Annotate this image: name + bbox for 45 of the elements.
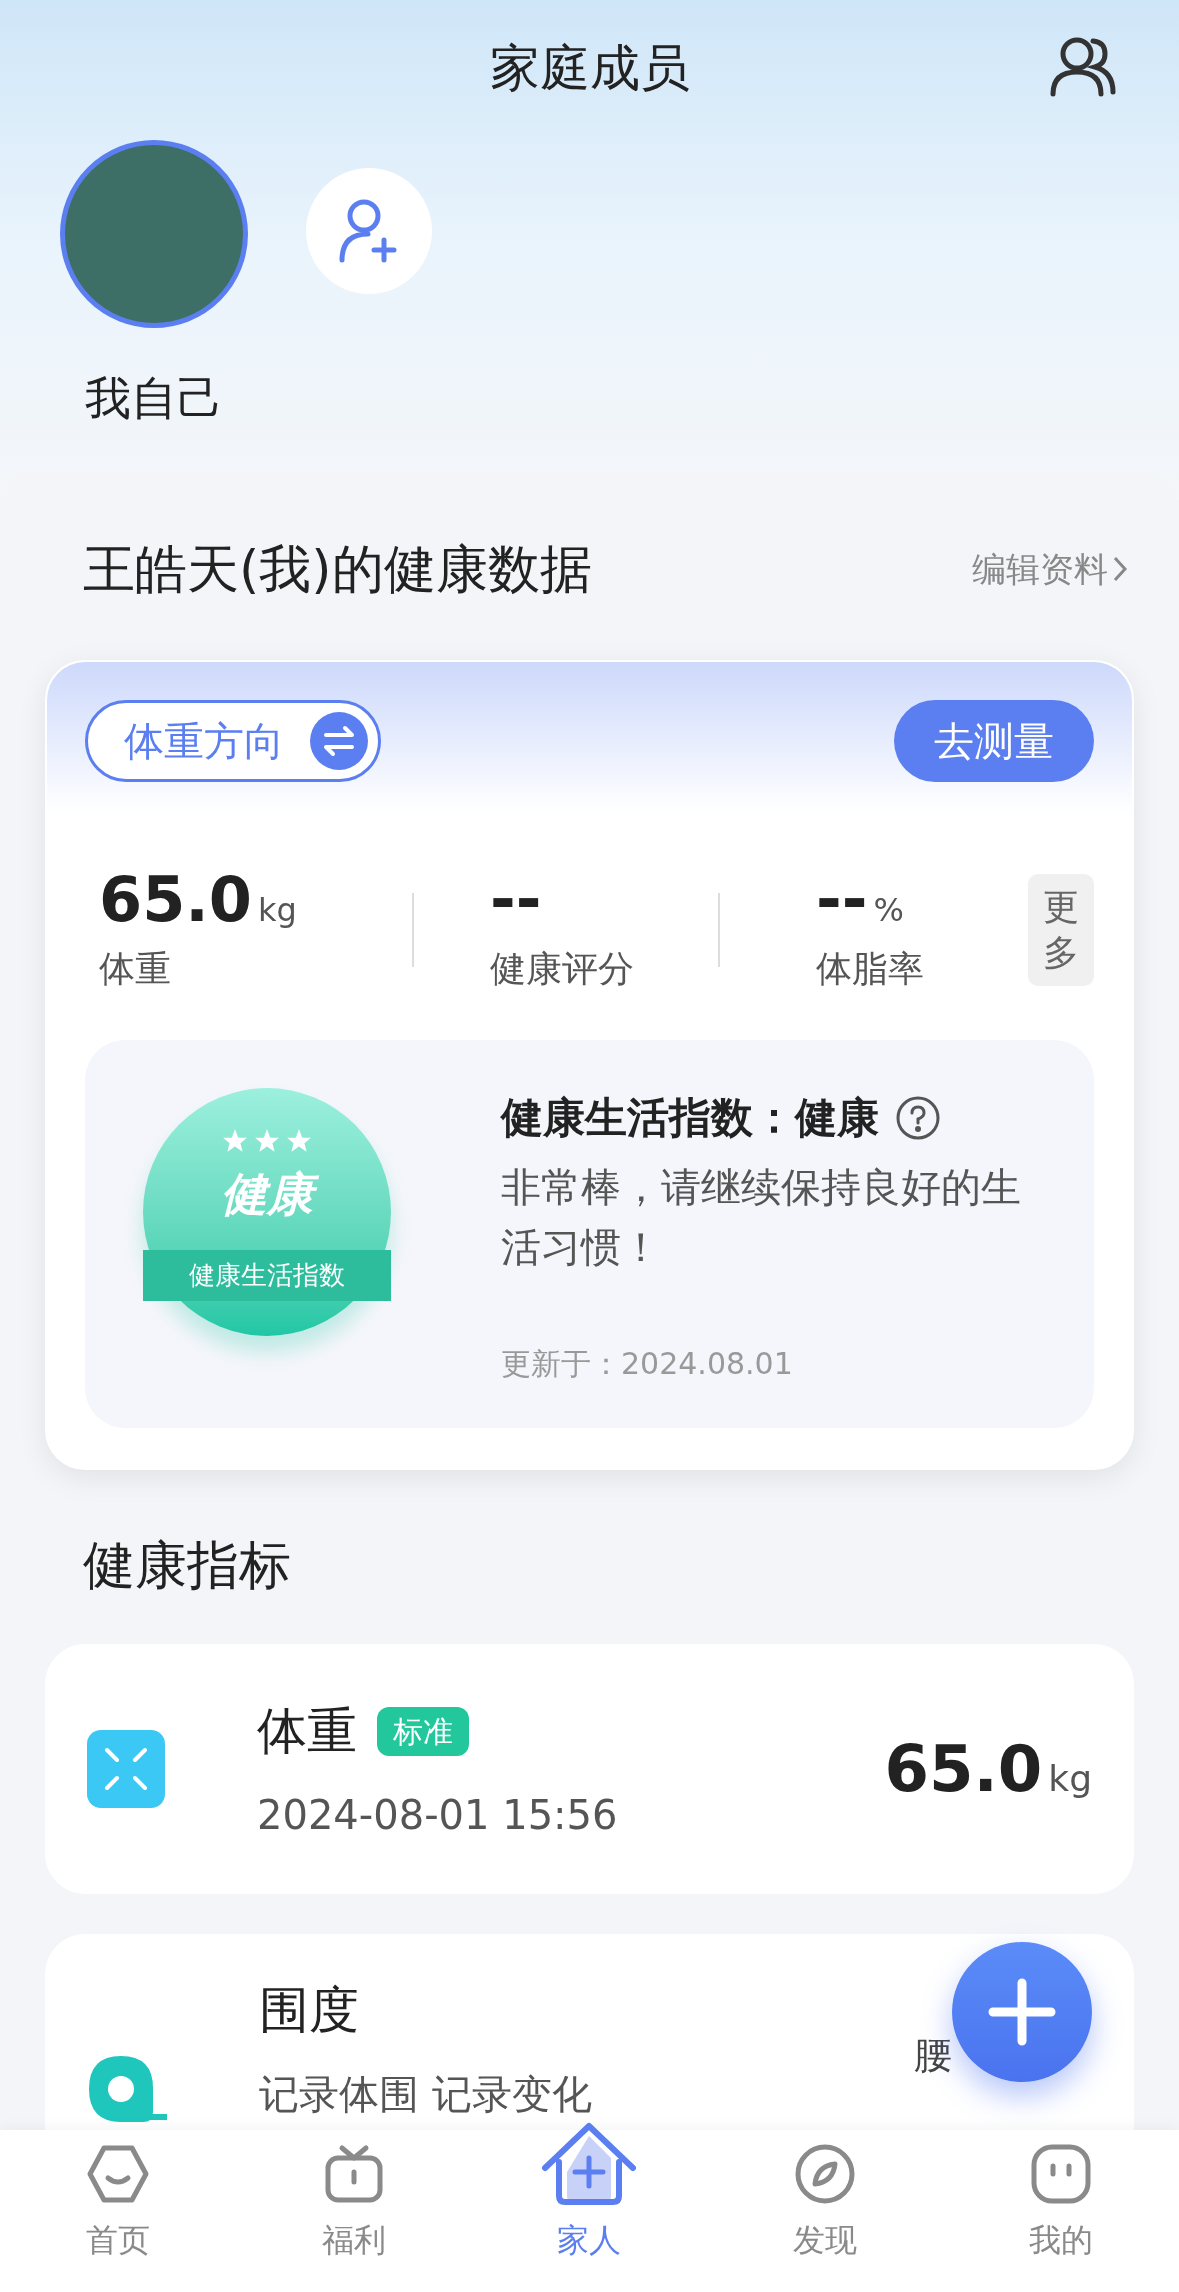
- update-date: 更新于：2024.08.01: [501, 1345, 794, 1383]
- stat-unit: kg: [258, 890, 297, 931]
- stat-value: --: [816, 864, 868, 936]
- badge-title: 健康: [215, 1164, 319, 1224]
- indicator-card[interactable]: 围度 记录体围 记录变化 腰: [45, 1934, 1134, 2130]
- stat-value: 65.0: [99, 864, 252, 936]
- indicator-value: 腰: [914, 2032, 952, 2079]
- star-icon: [254, 1128, 280, 1154]
- more-button[interactable]: 更多: [1028, 874, 1094, 986]
- indicator-subtitle: 记录体围 记录变化: [259, 2070, 592, 2119]
- stat-label: 体重: [99, 947, 172, 991]
- scale-icon: [87, 1730, 165, 1808]
- measure-button[interactable]: 去测量: [894, 700, 1094, 782]
- weight-mode-chip[interactable]: 体重方向: [85, 700, 381, 782]
- tape-measure-icon: [87, 2054, 167, 2124]
- tab[interactable]: 我的: [943, 2130, 1179, 2292]
- tab[interactable]: 首页: [0, 2130, 236, 2292]
- star-icon: [222, 1128, 248, 1154]
- lifestyle-message: 非常棒，请继续保持良好的生活习惯！: [501, 1163, 1022, 1272]
- indicator-subtitle: 2024-08-01 15:56: [257, 1790, 618, 1840]
- status-tag: 标准: [377, 1706, 469, 1756]
- edit-profile-link[interactable]: 编辑资料: [972, 543, 1128, 595]
- tab[interactable]: 福利: [235, 2130, 472, 2292]
- badge-caption: 健康生活指数: [143, 1250, 391, 1301]
- indicators-title: 健康指标: [83, 1535, 291, 1595]
- page-title: 家庭成员: [489, 37, 690, 99]
- lifestyle-title: 健康生活指数：健康: [501, 1092, 879, 1144]
- chevron-right-icon: [1112, 555, 1128, 583]
- indicator-value: 65.0: [884, 1731, 1043, 1808]
- section-title: 王皓天(我)的健康数据: [83, 538, 592, 601]
- tab[interactable]: 发现: [707, 2130, 944, 2292]
- member-name: 我自己: [85, 370, 223, 427]
- indicator-name: 围度: [259, 1980, 359, 2041]
- swap-arrows-icon: [310, 712, 368, 770]
- stat-label: 体脂率: [816, 947, 925, 991]
- indicator-card[interactable]: 体重 标准 2024-08-01 15:56 65.0 kg: [45, 1644, 1134, 1894]
- plus-icon: [987, 1977, 1057, 2047]
- star-icon: [286, 1128, 312, 1154]
- indicator-name: 体重: [257, 1700, 357, 1762]
- stat-value: --: [490, 864, 542, 936]
- stat-unit: %: [873, 890, 904, 931]
- face-icon: [1029, 2142, 1094, 2206]
- stat-label: 健康评分: [490, 947, 635, 991]
- help-icon[interactable]: [895, 1094, 941, 1141]
- indicator-unit: kg: [1048, 1757, 1092, 1801]
